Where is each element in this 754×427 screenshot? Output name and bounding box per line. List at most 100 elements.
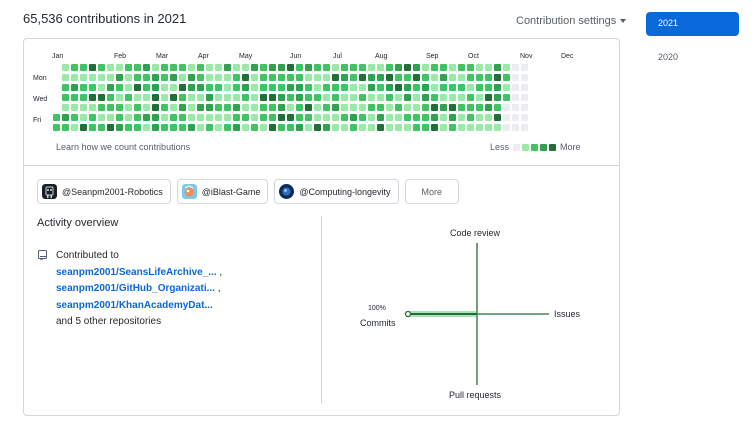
contribution-day[interactable] xyxy=(206,84,213,91)
contribution-day[interactable] xyxy=(89,114,96,121)
contribution-day[interactable] xyxy=(125,64,132,71)
contribution-day[interactable] xyxy=(521,74,528,81)
contribution-day[interactable] xyxy=(305,124,312,131)
contribution-day[interactable] xyxy=(251,64,258,71)
contribution-day[interactable] xyxy=(521,124,528,131)
contribution-day[interactable] xyxy=(143,64,150,71)
contribution-day[interactable] xyxy=(116,124,123,131)
contribution-day[interactable] xyxy=(404,104,411,111)
contribution-day[interactable] xyxy=(269,94,276,101)
contribution-day[interactable] xyxy=(188,94,195,101)
contribution-day[interactable] xyxy=(152,84,159,91)
contribution-day[interactable] xyxy=(431,104,438,111)
contribution-day[interactable] xyxy=(134,84,141,91)
contribution-day[interactable] xyxy=(71,74,78,81)
contribution-day[interactable] xyxy=(332,104,339,111)
contribution-day[interactable] xyxy=(521,84,528,91)
contribution-day[interactable] xyxy=(377,84,384,91)
contribution-day[interactable] xyxy=(152,104,159,111)
contribution-day[interactable] xyxy=(233,74,240,81)
contribution-day[interactable] xyxy=(251,74,258,81)
contribution-day[interactable] xyxy=(107,64,114,71)
contribution-day[interactable] xyxy=(179,74,186,81)
contribution-day[interactable] xyxy=(440,104,447,111)
contribution-day[interactable] xyxy=(485,124,492,131)
contribution-day[interactable] xyxy=(71,64,78,71)
contribution-day[interactable] xyxy=(422,124,429,131)
contribution-day[interactable] xyxy=(413,104,420,111)
contribution-day[interactable] xyxy=(458,84,465,91)
contribution-day[interactable] xyxy=(80,84,87,91)
contribution-day[interactable] xyxy=(161,74,168,81)
contribution-day[interactable] xyxy=(98,114,105,121)
contribution-day[interactable] xyxy=(485,104,492,111)
contribution-day[interactable] xyxy=(62,104,69,111)
contribution-day[interactable] xyxy=(494,114,501,121)
contribution-day[interactable] xyxy=(395,104,402,111)
contribution-day[interactable] xyxy=(332,74,339,81)
contribution-day[interactable] xyxy=(197,94,204,101)
contribution-day[interactable] xyxy=(449,104,456,111)
contribution-day[interactable] xyxy=(431,124,438,131)
contribution-day[interactable] xyxy=(170,74,177,81)
contribution-day[interactable] xyxy=(341,64,348,71)
contribution-day[interactable] xyxy=(260,74,267,81)
contribution-day[interactable] xyxy=(188,104,195,111)
contribution-day[interactable] xyxy=(242,64,249,71)
contribution-day[interactable] xyxy=(296,74,303,81)
contribution-day[interactable] xyxy=(197,114,204,121)
contribution-day[interactable] xyxy=(467,124,474,131)
contribution-day[interactable] xyxy=(215,84,222,91)
contribution-day[interactable] xyxy=(260,64,267,71)
contribution-day[interactable] xyxy=(476,84,483,91)
contribution-day[interactable] xyxy=(296,84,303,91)
contribution-day[interactable] xyxy=(359,84,366,91)
contribution-day[interactable] xyxy=(341,84,348,91)
contribution-day[interactable] xyxy=(62,84,69,91)
contribution-day[interactable] xyxy=(152,124,159,131)
contribution-day[interactable] xyxy=(413,114,420,121)
contribution-day[interactable] xyxy=(242,114,249,121)
contribution-day[interactable] xyxy=(359,114,366,121)
contribution-day[interactable] xyxy=(278,74,285,81)
contribution-day[interactable] xyxy=(71,114,78,121)
contribution-day[interactable] xyxy=(152,74,159,81)
contribution-day[interactable] xyxy=(80,64,87,71)
contribution-day[interactable] xyxy=(215,64,222,71)
contribution-day[interactable] xyxy=(485,94,492,101)
contribution-day[interactable] xyxy=(350,104,357,111)
contribution-day[interactable] xyxy=(305,84,312,91)
contribution-day[interactable] xyxy=(413,84,420,91)
contribution-day[interactable] xyxy=(197,64,204,71)
contribution-day[interactable] xyxy=(53,114,60,121)
contribution-day[interactable] xyxy=(125,124,132,131)
contribution-day[interactable] xyxy=(341,74,348,81)
contribution-day[interactable] xyxy=(386,94,393,101)
contribution-day[interactable] xyxy=(296,94,303,101)
contribution-day[interactable] xyxy=(422,94,429,101)
contribution-day[interactable] xyxy=(260,84,267,91)
contribution-day[interactable] xyxy=(386,74,393,81)
contribution-day[interactable] xyxy=(323,114,330,121)
contribution-day[interactable] xyxy=(377,74,384,81)
contribution-day[interactable] xyxy=(395,114,402,121)
contribution-day[interactable] xyxy=(467,64,474,71)
contribution-day[interactable] xyxy=(107,124,114,131)
contribution-day[interactable] xyxy=(170,124,177,131)
more-orgs-button[interactable]: More xyxy=(404,179,460,204)
contribution-day[interactable] xyxy=(485,114,492,121)
contribution-day[interactable] xyxy=(494,124,501,131)
contribution-day[interactable] xyxy=(386,64,393,71)
contribution-day[interactable] xyxy=(62,124,69,131)
contribution-day[interactable] xyxy=(179,64,186,71)
contribution-day[interactable] xyxy=(521,64,528,71)
contribution-day[interactable] xyxy=(251,104,258,111)
contribution-day[interactable] xyxy=(404,114,411,121)
contribution-day[interactable] xyxy=(440,64,447,71)
contribution-day[interactable] xyxy=(485,84,492,91)
contribution-day[interactable] xyxy=(161,64,168,71)
contribution-day[interactable] xyxy=(125,94,132,101)
contribution-day[interactable] xyxy=(179,84,186,91)
contribution-day[interactable] xyxy=(233,124,240,131)
contribution-day[interactable] xyxy=(107,104,114,111)
